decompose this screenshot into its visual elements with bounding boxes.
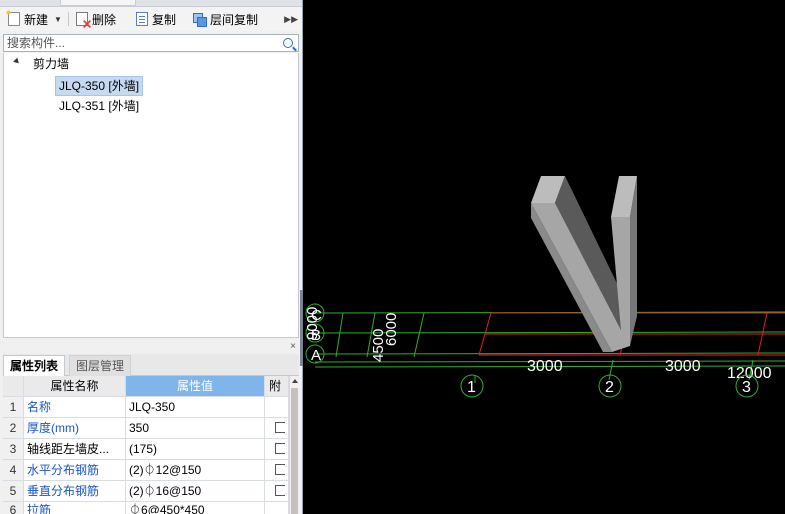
- header-name[interactable]: 属性名称: [24, 376, 126, 396]
- new-document-icon: [5, 9, 20, 26]
- property-name: 垂直分布钢筋: [24, 481, 126, 501]
- table-row[interactable]: 3 轴线距左墙皮... (175): [3, 439, 289, 460]
- header-attach[interactable]: 附: [265, 376, 289, 396]
- attach-cell: [265, 418, 289, 438]
- property-tabs: 属性列表 图层管理: [3, 354, 299, 376]
- attach-checkbox[interactable]: [275, 443, 285, 454]
- row-index: 1: [3, 397, 24, 417]
- axis-label-a: A: [311, 347, 321, 364]
- table-row[interactable]: 4 水平分布钢筋 (2)⏀12@150: [3, 460, 289, 481]
- row-index: 4: [3, 460, 24, 480]
- table-row[interactable]: 1 名称 JLQ-350: [3, 397, 289, 418]
- copy-button-label: 复制: [152, 12, 177, 27]
- table-row[interactable]: 2 厚度(mm) 350: [3, 418, 289, 439]
- property-value[interactable]: JLQ-350: [126, 397, 265, 417]
- row-index: 3: [3, 439, 24, 459]
- property-value[interactable]: (2)⏀16@150: [126, 481, 265, 501]
- property-name: 厚度(mm): [24, 418, 126, 438]
- scroll-up-icon[interactable]: [292, 379, 298, 383]
- axis-label-3: 3: [742, 379, 751, 396]
- attach-cell: [265, 460, 289, 480]
- copy-button[interactable]: 复制: [136, 10, 176, 28]
- property-grid-scrollbar[interactable]: [289, 376, 300, 514]
- attach-cell: [265, 502, 289, 514]
- panel-tab-stub[interactable]: [60, 0, 136, 6]
- search-box: [3, 34, 299, 52]
- axis-label-1: 1: [467, 379, 476, 396]
- property-name: 拉筋: [24, 502, 126, 514]
- table-row[interactable]: 5 垂直分布钢筋 (2)⏀16@150: [3, 481, 289, 502]
- attach-cell: [265, 397, 289, 417]
- attach-checkbox[interactable]: [275, 485, 285, 496]
- property-value[interactable]: (2)⏀12@150: [126, 460, 265, 480]
- dimension-label: 9000: [304, 307, 321, 340]
- new-button-label: 新建: [24, 12, 49, 27]
- row-index: 6: [3, 502, 24, 514]
- component-panel: 新建 ▼ 删除 复制 层间复制 ▶▶ 剪力墙 JLQ-350 [外墙] JLQ-…: [0, 0, 303, 514]
- attach-cell: [265, 481, 289, 501]
- attach-cell: [265, 439, 289, 459]
- floor-copy-icon: [193, 12, 207, 27]
- scrollbar-thumb[interactable]: [291, 388, 298, 514]
- attach-checkbox[interactable]: [275, 464, 285, 475]
- dimension-label: 6000: [383, 313, 400, 346]
- drawing-viewport[interactable]: C B A 4500 6000 9000 3000 3000 12000 1 2…: [303, 0, 785, 514]
- property-value[interactable]: ⏀6@450*450: [126, 502, 265, 514]
- dimension-label: 3000: [527, 358, 563, 375]
- component-toolbar: 新建 ▼ 删除 复制 层间复制 ▶▶: [0, 7, 302, 31]
- top-tab-strip: [0, 0, 302, 7]
- tab-layer-management[interactable]: 图层管理: [69, 355, 132, 376]
- tree-item-jlq-351[interactable]: JLQ-351 [外墙]: [59, 97, 139, 115]
- header-index-cell: [3, 376, 24, 396]
- floor-copy-button-label: 层间复制: [210, 12, 259, 27]
- tree-expand-icon[interactable]: [13, 57, 21, 66]
- shear-wall-model[interactable]: [531, 176, 637, 352]
- dimension-label: 3000: [665, 358, 701, 375]
- delete-icon: [76, 12, 88, 26]
- property-grid-header: 属性名称 属性值 附: [3, 376, 289, 397]
- grid-line: [608, 359, 614, 381]
- component-tree: 剪力墙 JLQ-350 [外墙] JLQ-351 [外墙]: [3, 53, 299, 338]
- table-row[interactable]: 6 拉筋 ⏀6@450*450: [3, 502, 289, 514]
- toolbar-separator: [68, 12, 69, 26]
- property-value[interactable]: 350: [126, 418, 265, 438]
- copy-icon: [136, 12, 148, 26]
- property-name: 轴线距左墙皮...: [24, 439, 126, 459]
- chevron-down-icon[interactable]: ▼: [54, 15, 62, 24]
- grid-line: [413, 312, 425, 358]
- tree-item-jlq-350[interactable]: JLQ-350 [外墙]: [55, 76, 144, 96]
- search-input[interactable]: [4, 35, 277, 51]
- header-value[interactable]: 属性值: [126, 376, 265, 396]
- delete-button[interactable]: 删除: [76, 10, 116, 28]
- floor-copy-button[interactable]: 层间复制: [193, 10, 258, 28]
- grid-line: [335, 312, 344, 358]
- row-index: 2: [3, 418, 24, 438]
- chevron-double-right-icon[interactable]: ▶▶: [284, 14, 298, 25]
- close-icon[interactable]: ×: [290, 342, 296, 352]
- tree-category-shear-wall[interactable]: 剪力墙: [33, 55, 69, 73]
- axis-label-2: 2: [605, 379, 614, 396]
- property-name: 水平分布钢筋: [24, 460, 126, 480]
- panel-divider: [0, 338, 302, 347]
- search-icon[interactable]: [283, 38, 293, 48]
- new-button[interactable]: 新建 ▼: [5, 9, 62, 28]
- attach-checkbox[interactable]: [275, 422, 285, 433]
- tab-property-list[interactable]: 属性列表: [3, 355, 66, 376]
- delete-button-label: 删除: [92, 12, 117, 27]
- property-name: 名称: [24, 397, 126, 417]
- property-value[interactable]: (175): [126, 439, 265, 459]
- viewport-canvas[interactable]: C B A 4500 6000 9000 3000 3000 12000 1 2…: [303, 0, 785, 514]
- property-grid: 属性名称 属性值 附 1 名称 JLQ-350 2 厚度(mm) 350 3 轴…: [3, 376, 289, 514]
- row-index: 5: [3, 481, 24, 501]
